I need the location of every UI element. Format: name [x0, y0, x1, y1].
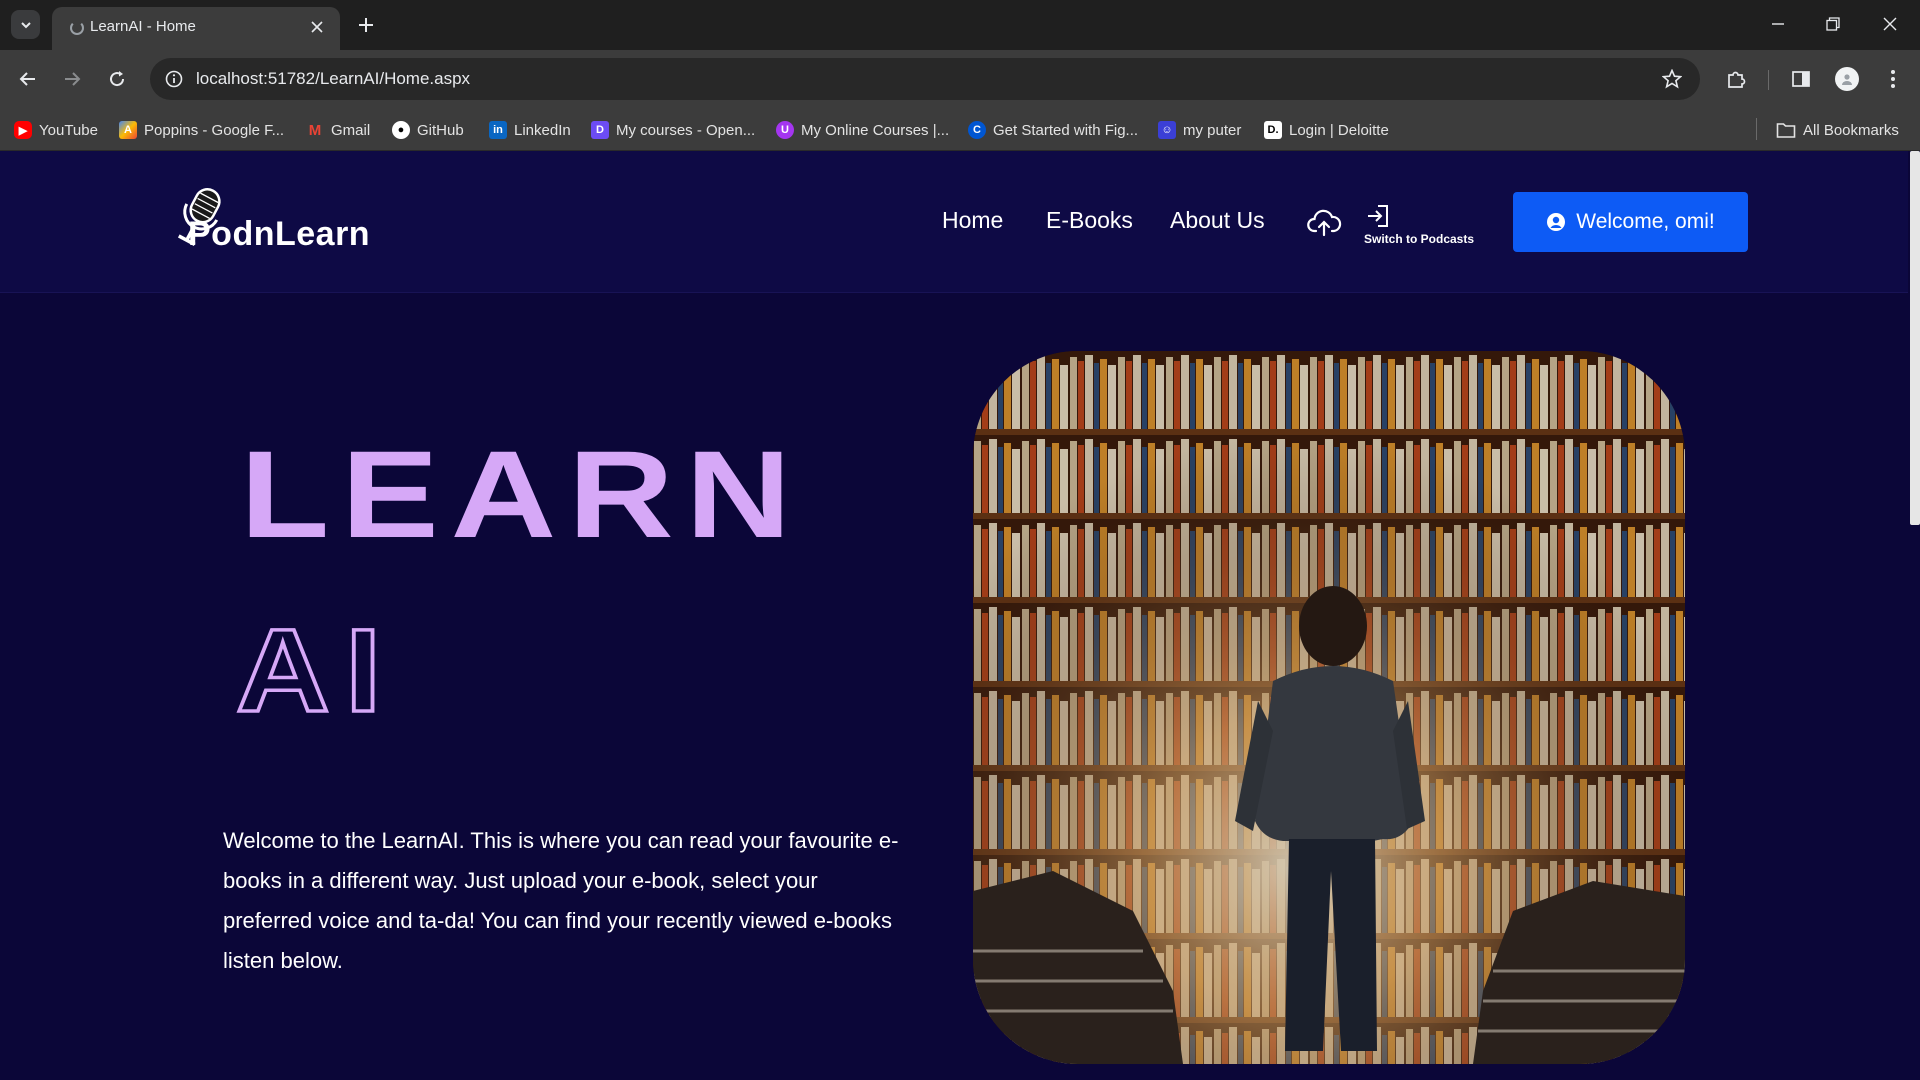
puter-icon: ☺	[1158, 121, 1176, 139]
puzzle-icon	[1728, 71, 1746, 88]
nav-about-link[interactable]: About Us	[1170, 207, 1265, 234]
bookmark-linkedin[interactable]: in LinkedIn	[489, 118, 571, 142]
site-logo[interactable]: PodnLearn	[162, 183, 382, 255]
chevron-down-icon	[20, 21, 31, 28]
bookmark-youtube[interactable]: ▶ YouTube	[14, 118, 98, 142]
side-panel-icon	[1792, 71, 1810, 87]
browser-toolbar: localhost:51782/LearnAI/Home.aspx	[0, 50, 1920, 108]
tab-search-button[interactable]	[11, 10, 40, 39]
arrow-right-icon	[65, 72, 81, 86]
bookmarks-bar: ▶ YouTube A Poppins - Google F... M Gmai…	[0, 108, 1920, 151]
bookmark-poppins[interactable]: A Poppins - Google F...	[119, 118, 284, 142]
restore-button[interactable]	[1813, 8, 1853, 40]
bookmark-online-courses[interactable]: U My Online Courses |...	[776, 118, 949, 142]
github-icon: ●	[392, 121, 410, 139]
hero-headline-ai: AI	[236, 611, 397, 731]
minimize-icon	[1772, 23, 1784, 25]
hero-headline-ai-text: AI	[236, 611, 397, 731]
close-icon	[1883, 17, 1897, 31]
avatar	[1835, 67, 1859, 91]
bookmark-label: GitHub	[417, 121, 464, 139]
extensions-button[interactable]	[1719, 62, 1753, 96]
page-viewport: PodnLearn Home E-Books About Us Switch t…	[0, 151, 1920, 1080]
bookmark-label: Gmail	[331, 121, 371, 139]
profile-button[interactable]	[1830, 62, 1864, 96]
active-tab[interactable]: LearnAI - Home	[52, 7, 340, 50]
reload-button[interactable]	[100, 62, 134, 96]
folder-icon	[1776, 123, 1796, 138]
plus-icon	[359, 18, 373, 32]
address-bar[interactable]: localhost:51782/LearnAI/Home.aspx	[150, 58, 1700, 100]
welcome-user-button[interactable]: Welcome, omi!	[1513, 192, 1748, 252]
bookmark-label: YouTube	[39, 121, 98, 139]
logo-text: PodnLearn	[188, 215, 371, 253]
site-info-button[interactable]	[160, 65, 188, 93]
scrollbar-thumb[interactable]	[1910, 151, 1920, 525]
close-window-button[interactable]	[1870, 8, 1910, 40]
google-fonts-icon: A	[119, 121, 137, 139]
bookmark-my-puter[interactable]: ☺ my puter	[1158, 118, 1241, 142]
hero-headline-learn: LEARN	[240, 426, 803, 564]
side-panel-button[interactable]	[1784, 62, 1818, 96]
bookmark-github[interactable]: ● GitHub	[392, 118, 464, 142]
browser-menu-button[interactable]	[1876, 62, 1910, 96]
restore-icon	[1826, 17, 1840, 31]
welcome-label: Welcome, omi!	[1576, 210, 1715, 233]
hero-intro-text: Welcome to the LearnAI. This is where yo…	[223, 828, 899, 973]
bookmark-label: my puter	[1183, 121, 1242, 139]
star-icon	[1662, 69, 1682, 89]
nav-ebooks-link[interactable]: E-Books	[1046, 207, 1133, 234]
nav-home-link[interactable]: Home	[942, 207, 1003, 234]
courses-icon: D	[591, 121, 609, 139]
bookmark-label: Get Started with Fig...	[993, 121, 1139, 139]
bookmark-label: My Online Courses |...	[801, 121, 950, 139]
new-tab-button[interactable]	[352, 11, 380, 39]
arrow-left-icon	[19, 72, 35, 86]
all-bookmarks-button[interactable]: All Bookmarks	[1776, 118, 1899, 142]
reload-icon	[110, 71, 125, 87]
loading-favicon-icon	[70, 21, 84, 35]
library-illustration	[973, 351, 1685, 1064]
tab-title: LearnAI - Home	[90, 18, 196, 35]
bookmark-my-courses[interactable]: D My courses - Open...	[591, 118, 755, 142]
more-vert-icon	[1891, 70, 1895, 88]
library-boy-image	[973, 351, 1685, 1064]
switch-to-podcasts-label: Switch to Podcasts	[1364, 232, 1475, 246]
linkedin-icon: in	[489, 121, 507, 139]
back-button[interactable]	[11, 62, 45, 96]
all-bookmarks-label: All Bookmarks	[1803, 121, 1899, 139]
bookmark-get-started[interactable]: C Get Started with Fig...	[968, 118, 1138, 142]
bookmark-label: LinkedIn	[514, 121, 571, 139]
bookmark-label: Poppins - Google F...	[144, 121, 285, 139]
site-navbar: PodnLearn Home E-Books About Us Switch t…	[0, 151, 1908, 293]
browser-chrome: LearnAI - Home localhost:51782/LearnAI/H…	[0, 0, 1920, 151]
info-icon	[165, 70, 183, 88]
url-text[interactable]: localhost:51782/LearnAI/Home.aspx	[196, 69, 470, 89]
switch-to-podcasts-link[interactable]: Switch to Podcasts	[1362, 203, 1475, 253]
coursera-icon: C	[968, 121, 986, 139]
close-icon	[311, 21, 323, 33]
user-icon	[1842, 74, 1852, 85]
udemy-icon: U	[776, 121, 794, 139]
page-scrollbar[interactable]	[1908, 151, 1920, 1080]
deloitte-icon: D.	[1264, 121, 1282, 139]
toolbar-divider	[1768, 70, 1769, 90]
tab-strip: LearnAI - Home	[0, 0, 1920, 50]
tab-close-button[interactable]	[306, 16, 328, 38]
bookmark-star-button[interactable]	[1658, 65, 1686, 93]
gmail-icon: M	[308, 121, 322, 139]
user-circle-icon	[1547, 213, 1566, 231]
forward-button[interactable]	[55, 62, 89, 96]
bookmarks-divider	[1756, 118, 1757, 140]
bookmark-deloitte[interactable]: D. Login | Deloitte	[1264, 118, 1389, 142]
youtube-icon: ▶	[14, 121, 32, 139]
bookmark-label: My courses - Open...	[616, 121, 756, 139]
sign-in-icon	[1368, 205, 1388, 227]
bookmark-gmail[interactable]: M Gmail	[306, 118, 370, 142]
cloud-upload-icon[interactable]	[1306, 205, 1342, 241]
minimize-button[interactable]	[1758, 8, 1798, 40]
bookmark-label: Login | Deloitte	[1289, 121, 1389, 139]
